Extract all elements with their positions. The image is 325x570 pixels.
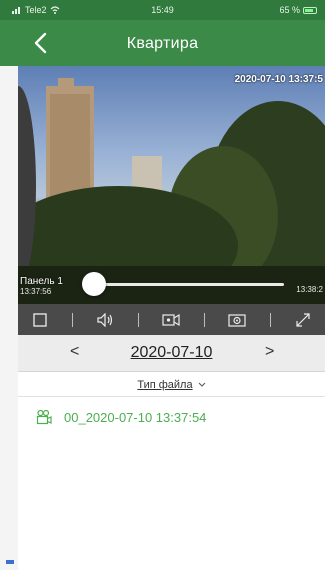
video-player[interactable]: 2020-07-10 13:37:5 Панель 1 13:37:56 13:… (18, 66, 325, 304)
list-item[interactable]: 00_2020-07-10 13:37:54 (18, 405, 325, 429)
separator (269, 312, 271, 327)
nav-bar: Квартира (0, 20, 325, 66)
record-button[interactable] (160, 309, 182, 331)
video-frame (18, 78, 325, 304)
playback-knob[interactable] (82, 272, 106, 296)
player-controls (18, 304, 325, 335)
status-right: 65 % (279, 5, 317, 15)
battery-icon (303, 6, 317, 14)
stop-icon (33, 312, 47, 327)
audio-button[interactable] (95, 309, 117, 331)
video-timestamp: 2020-07-10 13:37:5 (234, 74, 323, 85)
status-time: 15:49 (151, 5, 174, 15)
record-video-icon (162, 313, 181, 326)
next-date-button[interactable]: > (265, 343, 274, 361)
selected-date[interactable]: 2020-07-10 (18, 344, 325, 362)
battery-percent: 65 % (279, 5, 300, 15)
file-type-filter[interactable]: Тип файла (18, 373, 325, 397)
separator (203, 312, 205, 327)
playback-track[interactable] (84, 283, 284, 286)
record-name: 00_2020-07-10 13:37:54 (64, 409, 207, 425)
status-bar: Tele2 15:49 65 % (0, 0, 325, 20)
playback-end-time: 13:38:2 (296, 285, 323, 294)
snapshot-button[interactable] (226, 309, 248, 331)
speaker-icon (96, 312, 112, 327)
file-type-label: Тип файла (137, 379, 193, 391)
playback-start-time: 13:37:56 (20, 287, 52, 296)
snapshot-icon (228, 313, 246, 327)
chevron-down-icon (198, 382, 206, 387)
separator (138, 312, 140, 327)
date-navigation: < 2020-07-10 > (18, 335, 325, 372)
bottom-marker (6, 560, 14, 564)
camera-label: Панель 1 (20, 276, 63, 287)
fullscreen-icon (296, 312, 310, 327)
stop-button[interactable] (29, 309, 51, 331)
fullscreen-button[interactable] (292, 309, 314, 331)
separator (72, 312, 74, 327)
video-file-icon (36, 409, 52, 425)
page-title: Квартира (126, 35, 199, 52)
left-edge-strip (0, 66, 18, 570)
